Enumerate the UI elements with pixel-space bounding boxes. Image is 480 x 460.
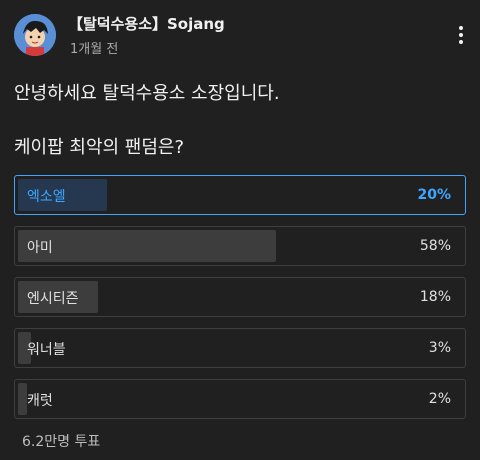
post-time[interactable]: 1개월 전 xyxy=(70,38,118,57)
poll-option[interactable]: 엔시티즌 18% xyxy=(14,277,466,317)
poll-option[interactable]: 캐럿 2% xyxy=(14,379,466,419)
poll-question: 케이팝 최악의 팬덤은? xyxy=(14,137,185,158)
avatar-image xyxy=(14,14,56,56)
poll-option-percent: 3% xyxy=(428,340,451,356)
poll-option-label: 워너블 xyxy=(27,342,66,358)
poll-option-percent: 20% xyxy=(417,187,451,203)
poll-option-percent: 18% xyxy=(419,289,451,305)
poll-option-label: 엑소엘 xyxy=(27,189,66,205)
more-options-button[interactable] xyxy=(452,24,470,48)
poll-option-fill xyxy=(18,230,276,262)
poll-option-percent: 2% xyxy=(428,391,451,407)
poll-option[interactable]: 워너블 3% xyxy=(14,328,466,368)
poll-option-fill xyxy=(18,383,27,415)
poll-option-label: 엔시티즌 xyxy=(27,291,79,307)
channel-name[interactable]: 【탈덕수용소】Sojang xyxy=(68,13,225,34)
poll-option-percent: 58% xyxy=(419,238,451,254)
post-text: 안녕하세요 탈덕수용소 소장입니다. xyxy=(14,83,280,104)
poll-option-label: 아미 xyxy=(27,240,53,256)
vote-count: 6.2만명 투표 xyxy=(22,434,101,450)
poll-option-label: 캐럿 xyxy=(27,393,53,409)
more-vertical-icon xyxy=(452,26,470,44)
poll-option[interactable]: 아미 58% xyxy=(14,226,466,266)
channel-avatar[interactable] xyxy=(14,14,56,56)
poll-option[interactable]: 엑소엘 20% xyxy=(14,175,466,215)
